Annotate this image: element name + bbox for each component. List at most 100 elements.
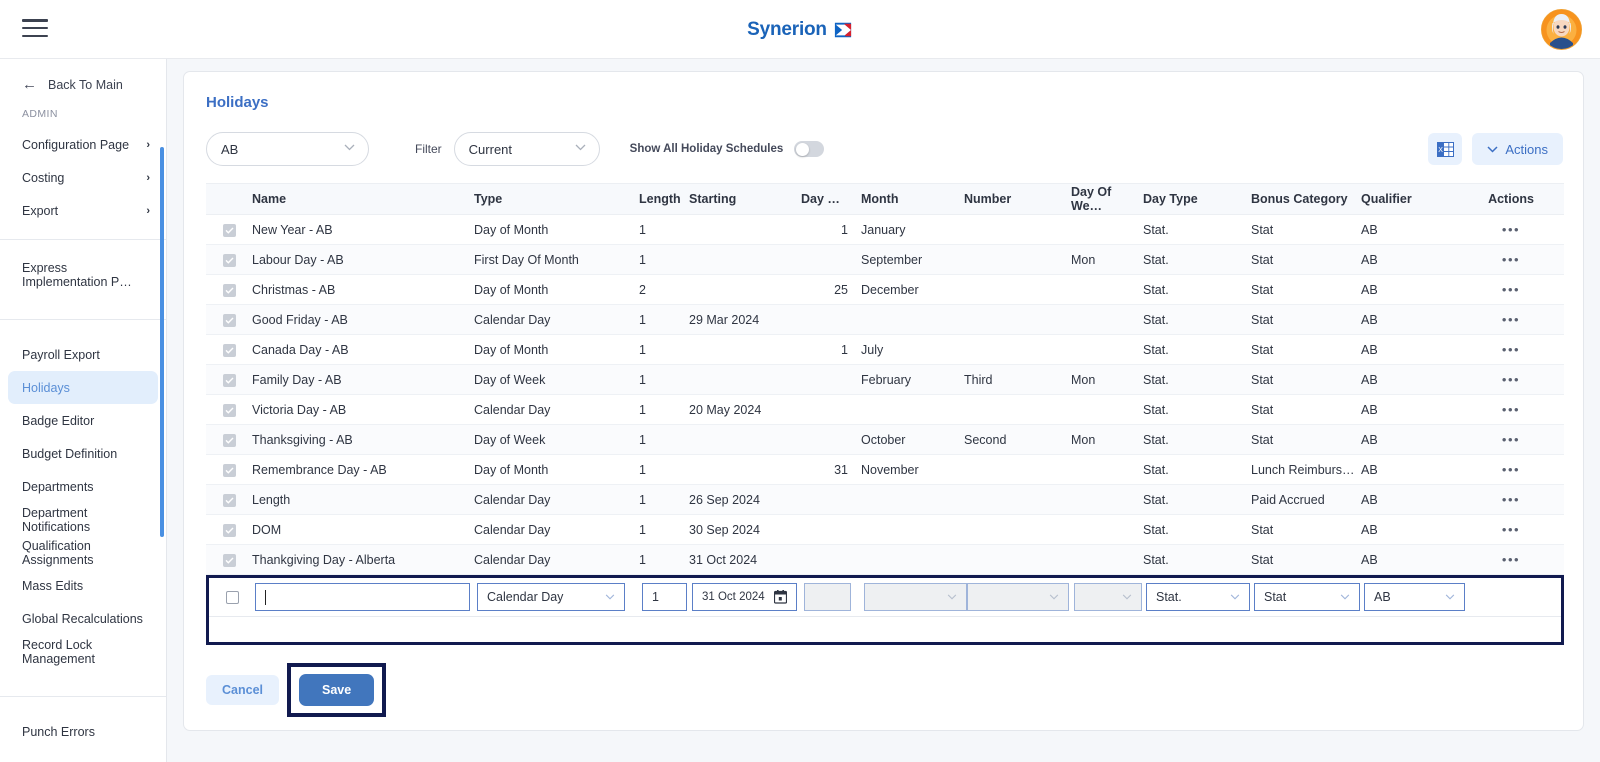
- sidebar-item-payroll-export[interactable]: Payroll Export: [0, 338, 166, 371]
- row-checkbox[interactable]: [223, 463, 236, 477]
- row-actions-menu[interactable]: •••: [1466, 342, 1556, 357]
- table-row[interactable]: Remembrance Day - AB Day of Month 1 31 Novem…: [206, 455, 1564, 485]
- sidebar-item-configuration-page[interactable]: Configuration Page ›: [0, 128, 166, 161]
- row-checkbox[interactable]: [223, 373, 236, 387]
- row-actions-menu[interactable]: •••: [1466, 522, 1556, 537]
- actions-button[interactable]: Actions: [1472, 133, 1563, 165]
- calendar-icon[interactable]: [774, 590, 787, 604]
- table-row[interactable]: Labour Day - AB First Day Of Month 1 Septem…: [206, 245, 1564, 275]
- column-header-name[interactable]: Name: [252, 192, 474, 206]
- more-options-icon[interactable]: •••: [1502, 402, 1520, 417]
- row-checkbox[interactable]: [223, 553, 236, 567]
- column-header-bonus-category[interactable]: Bonus Category: [1251, 192, 1361, 206]
- sidebar-item-departments[interactable]: Departments: [0, 470, 166, 503]
- hamburger-menu-icon[interactable]: [22, 17, 48, 39]
- type-select[interactable]: Calendar Day: [477, 583, 625, 611]
- more-options-icon[interactable]: •••: [1502, 282, 1520, 297]
- column-header-qualifier[interactable]: Qualifier: [1361, 192, 1466, 206]
- row-checkbox[interactable]: [223, 283, 236, 297]
- region-select[interactable]: AB: [206, 132, 369, 166]
- excel-export-button[interactable]: X: [1428, 133, 1463, 165]
- column-header-month[interactable]: Month: [856, 192, 964, 206]
- more-options-icon[interactable]: •••: [1502, 372, 1520, 387]
- row-checkbox[interactable]: [223, 343, 236, 357]
- more-options-icon[interactable]: •••: [1502, 432, 1520, 447]
- row-actions-menu[interactable]: •••: [1466, 492, 1556, 507]
- more-options-icon[interactable]: •••: [1502, 552, 1520, 567]
- length-input[interactable]: 1: [642, 583, 687, 611]
- table-row[interactable]: New Year - AB Day of Month 1 1 January Stat. S…: [206, 215, 1564, 245]
- back-to-main-button[interactable]: ← Back To Main: [0, 59, 166, 100]
- row-checkbox[interactable]: [223, 223, 236, 237]
- column-header-day-type[interactable]: Day Type: [1143, 192, 1251, 206]
- row-checkbox[interactable]: [223, 493, 236, 507]
- save-button[interactable]: Save: [299, 674, 375, 706]
- table-row[interactable]: Christmas - AB Day of Month 2 25 December Sta…: [206, 275, 1564, 305]
- column-header-type[interactable]: Type: [474, 192, 639, 206]
- table-row[interactable]: Victoria Day - AB Calendar Day 1 20 May 202…: [206, 395, 1564, 425]
- row-actions-menu[interactable]: •••: [1466, 372, 1556, 387]
- show-all-holiday-schedules-toggle[interactable]: Show All Holiday Schedules: [630, 141, 825, 157]
- more-options-icon[interactable]: •••: [1502, 342, 1520, 357]
- sidebar-item-mass-edits[interactable]: Mass Edits: [0, 569, 166, 602]
- row-actions-menu[interactable]: •••: [1466, 282, 1556, 297]
- table-row[interactable]: Canada Day - AB Day of Month 1 1 July Stat. St…: [206, 335, 1564, 365]
- row-actions-menu[interactable]: •••: [1466, 252, 1556, 267]
- filter-select[interactable]: Current: [453, 132, 600, 166]
- more-options-icon[interactable]: •••: [1502, 522, 1520, 537]
- table-row[interactable]: Thankgiving Day - Alberta Calendar Day 1 31…: [206, 545, 1564, 575]
- edit-row-checkbox[interactable]: [226, 590, 239, 604]
- sidebar-item-holidays[interactable]: Holidays: [8, 371, 158, 404]
- more-options-icon[interactable]: •••: [1502, 222, 1520, 237]
- sidebar-item-budget-definition[interactable]: Budget Definition: [0, 437, 166, 470]
- table-row[interactable]: DOM Calendar Day 1 30 Sep 2024 Stat. Stat AB ••…: [206, 515, 1564, 545]
- name-input[interactable]: [255, 583, 470, 611]
- more-options-icon[interactable]: •••: [1502, 462, 1520, 477]
- column-header-number[interactable]: Number: [964, 192, 1071, 206]
- user-avatar[interactable]: [1541, 9, 1582, 50]
- day-type-select[interactable]: Stat.: [1146, 583, 1250, 611]
- sidebar-item-export[interactable]: Export ›: [0, 194, 166, 227]
- row-actions-menu[interactable]: •••: [1466, 552, 1556, 567]
- column-header-day-of-week[interactable]: Day Of We…: [1071, 185, 1143, 213]
- column-header-length[interactable]: Length: [639, 192, 689, 206]
- column-header-day[interactable]: Day …: [801, 192, 856, 206]
- sidebar-item-global-recalculations[interactable]: Global Recalculations: [0, 602, 166, 635]
- table-row[interactable]: Thanksgiving - AB Day of Week 1 October Seco…: [206, 425, 1564, 455]
- row-checkbox[interactable]: [223, 433, 236, 447]
- more-options-icon[interactable]: •••: [1502, 312, 1520, 327]
- sidebar-item-punch-errors[interactable]: Punch Errors: [0, 715, 166, 748]
- row-actions-menu[interactable]: •••: [1466, 462, 1556, 477]
- sidebar-item-qualification-assignments[interactable]: Qualification Assignments: [0, 536, 166, 569]
- row-actions-menu[interactable]: •••: [1466, 312, 1556, 327]
- cancel-button[interactable]: Cancel: [206, 675, 279, 705]
- sidebar-item-express-implementation[interactable]: Express Implementation P…: [0, 258, 166, 291]
- table-row[interactable]: Length Calendar Day 1 26 Sep 2024 Stat. Paid …: [206, 485, 1564, 515]
- row-checkbox[interactable]: [223, 253, 236, 267]
- month-select[interactable]: [864, 583, 967, 611]
- sidebar-item-badge-editor[interactable]: Badge Editor: [0, 404, 166, 437]
- day-of-week-select[interactable]: [1074, 583, 1142, 611]
- row-actions-menu[interactable]: •••: [1466, 402, 1556, 417]
- row-checkbox[interactable]: [223, 403, 236, 417]
- qualifier-select[interactable]: AB: [1364, 583, 1465, 611]
- sidebar-item-department-notifications[interactable]: Department Notifications: [0, 503, 166, 536]
- sidebar-item-costing[interactable]: Costing ›: [0, 161, 166, 194]
- row-actions-menu[interactable]: •••: [1466, 432, 1556, 447]
- toggle-switch[interactable]: [794, 141, 825, 157]
- more-options-icon[interactable]: •••: [1502, 252, 1520, 267]
- sidebar-item-record-lock-management[interactable]: Record Lock Management: [0, 635, 166, 668]
- cell-month: February: [861, 372, 912, 387]
- table-row[interactable]: Family Day - AB Day of Week 1 February Third…: [206, 365, 1564, 395]
- row-checkbox[interactable]: [223, 523, 236, 537]
- table-row[interactable]: Good Friday - AB Calendar Day 1 29 Mar 2024…: [206, 305, 1564, 335]
- column-header-starting[interactable]: Starting: [689, 192, 801, 206]
- sidebar-scrollbar[interactable]: [160, 147, 164, 537]
- row-actions-menu[interactable]: •••: [1466, 222, 1556, 237]
- row-checkbox[interactable]: [223, 313, 236, 327]
- number-select[interactable]: [967, 583, 1069, 611]
- starting-date-input[interactable]: 31 Oct 2024: [692, 583, 797, 611]
- day-input[interactable]: [804, 583, 851, 611]
- bonus-category-select[interactable]: Stat: [1254, 583, 1360, 611]
- more-options-icon[interactable]: •••: [1502, 492, 1520, 507]
